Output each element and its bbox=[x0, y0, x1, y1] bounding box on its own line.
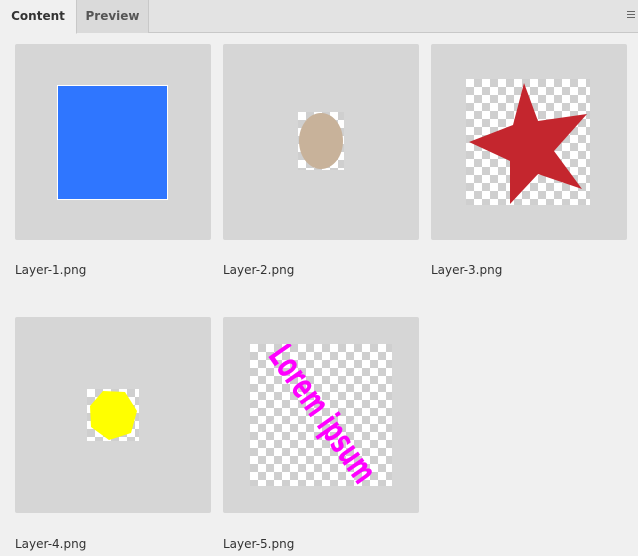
layer-1-label: Layer-1.png bbox=[15, 263, 87, 277]
blue-square-shape bbox=[58, 86, 167, 199]
yellow-hexagon-shape bbox=[90, 391, 137, 440]
layer-thumbnail-1[interactable] bbox=[15, 44, 211, 240]
tan-ellipse-shape bbox=[299, 113, 343, 169]
layer-thumbnail-3[interactable] bbox=[431, 44, 627, 240]
layer-5-label: Layer-5.png bbox=[223, 537, 295, 551]
tab-content[interactable]: Content bbox=[0, 0, 77, 34]
layer-2-canvas bbox=[298, 112, 344, 170]
layer-4-label: Layer-4.png bbox=[15, 537, 87, 551]
panel-tab-bar: Content Preview bbox=[0, 0, 638, 34]
layer-1-canvas bbox=[57, 85, 168, 200]
red-star-shape bbox=[469, 83, 587, 204]
layer-3-canvas bbox=[466, 79, 590, 205]
layer-5-canvas: Lorem ipsum bbox=[250, 344, 392, 486]
hamburger-menu-icon[interactable] bbox=[626, 9, 636, 23]
magenta-text-shape: Lorem ipsum bbox=[260, 344, 385, 486]
layer-thumbnail-2[interactable] bbox=[223, 44, 419, 240]
lorem-ipsum-text: Lorem ipsum bbox=[260, 344, 385, 486]
tab-preview[interactable]: Preview bbox=[77, 0, 149, 33]
layer-4-canvas bbox=[87, 389, 139, 441]
layer-thumbnail-5[interactable]: Lorem ipsum bbox=[223, 317, 419, 513]
layer-thumbnail-4[interactable] bbox=[15, 317, 211, 513]
layer-2-label: Layer-2.png bbox=[223, 263, 295, 277]
layer-3-label: Layer-3.png bbox=[431, 263, 503, 277]
